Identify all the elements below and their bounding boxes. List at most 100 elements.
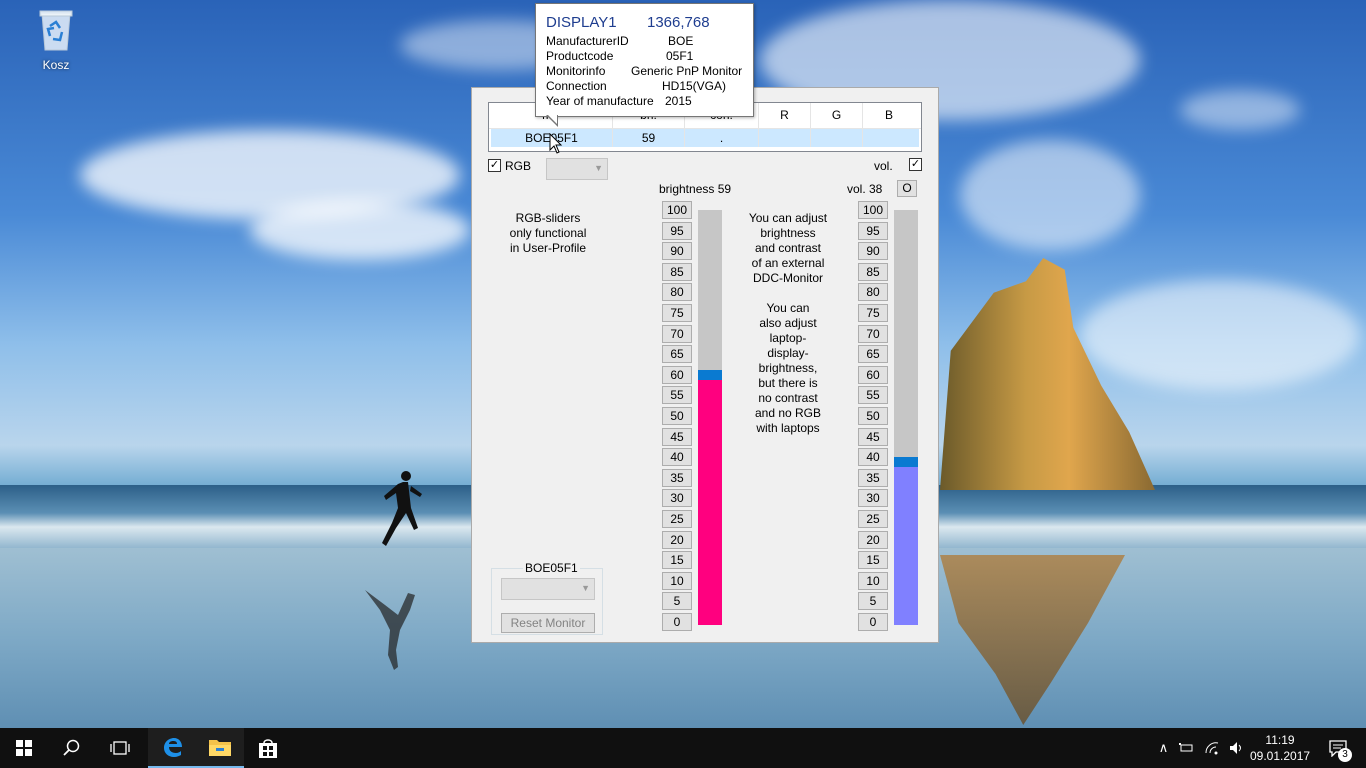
brightness-preset-button-20[interactable]: 20 (662, 530, 692, 549)
rgb-label: RGB (505, 159, 532, 173)
edge-icon (164, 738, 182, 757)
wifi-icon[interactable] (1204, 741, 1220, 755)
volume-preset-button-20[interactable]: 20 (858, 530, 888, 549)
brightness-preset-button-10[interactable]: 10 (662, 571, 692, 590)
tooltip-value: 05F1 (666, 49, 694, 63)
chevron-down-icon: ▼ (581, 583, 590, 593)
brightness-slider[interactable] (698, 210, 722, 625)
volume-preset-button-70[interactable]: 70 (858, 324, 888, 343)
brightness-preset-button-5[interactable]: 5 (662, 592, 692, 611)
brightness-preset-button-25[interactable]: 25 (662, 510, 692, 528)
task-view-button[interactable] (96, 728, 144, 768)
brightness-preset-button-40[interactable]: 40 (662, 448, 692, 467)
column-header-r[interactable]: R (759, 103, 811, 128)
tooltip-value: 2015 (665, 94, 692, 108)
volume-preset-button-25[interactable]: 25 (858, 510, 888, 528)
volume-preset-button-75[interactable]: 75 (858, 304, 888, 322)
tooltip-value: HD15(VGA) (662, 79, 727, 93)
taskbar-clock[interactable]: 11:19 09.01.2017 (1250, 732, 1310, 764)
volume-preset-button-40[interactable]: 40 (858, 448, 888, 467)
taskbar-store[interactable] (244, 728, 292, 768)
volume-preset-button-45[interactable]: 45 (858, 427, 888, 446)
desktop-icon-recycle-bin[interactable]: Kosz (30, 8, 82, 72)
tooltip-label: Productcode (546, 49, 614, 63)
taskbar-edge[interactable] (148, 728, 196, 768)
brightness-preset-button-100[interactable]: 100 (662, 201, 692, 219)
volume-preset-button-30[interactable]: 30 (858, 489, 888, 508)
brightness-preset-button-35[interactable]: 35 (662, 468, 692, 487)
volume-preset-button-95[interactable]: 95 (858, 221, 888, 240)
cloud (1180, 90, 1300, 130)
action-center-button[interactable]: 3 (1310, 728, 1366, 768)
tooltip-label: Year of manufacture (546, 94, 654, 108)
task-view-icon (110, 741, 130, 755)
volume-preset-button-100[interactable]: 100 (858, 201, 888, 219)
info-line: display- (767, 346, 809, 360)
volume-slider-fill (894, 467, 918, 625)
brightness-preset-button-95[interactable]: 95 (662, 221, 692, 240)
volume-preset-button-10[interactable]: 10 (858, 571, 888, 590)
tooltip-tail (546, 114, 558, 127)
brightness-preset-button-80[interactable]: 80 (662, 283, 692, 302)
volume-preset-button-55[interactable]: 55 (858, 386, 888, 405)
rgb-checkbox[interactable]: ✓ (488, 159, 501, 172)
volume-icon[interactable] (1229, 741, 1245, 755)
rgb-profile-dropdown[interactable]: ▼ (546, 158, 608, 180)
chevron-up-icon[interactable]: ∧ (1159, 740, 1169, 756)
volume-preset-button-50[interactable]: 50 (858, 407, 888, 425)
file-explorer-icon (209, 740, 231, 756)
desktop-icon-label: Kosz (42, 58, 70, 72)
volume-slider[interactable] (894, 210, 918, 625)
info-line: no contrast (758, 391, 818, 405)
notification-count-badge: 3 (1338, 748, 1352, 762)
brightness-preset-button-75[interactable]: 75 (662, 304, 692, 322)
tooltip-label: Connection (546, 79, 607, 93)
volume-preset-button-5[interactable]: 5 (858, 592, 888, 611)
reset-monitor-button[interactable]: Reset Monitor (501, 613, 595, 633)
cloud (1080, 280, 1360, 390)
volume-preset-button-80[interactable]: 80 (858, 283, 888, 302)
mouse-cursor-icon (549, 133, 563, 154)
brightness-preset-button-30[interactable]: 30 (662, 489, 692, 508)
taskbar-file-explorer[interactable] (196, 728, 244, 768)
volume-slider-thumb[interactable] (894, 457, 918, 468)
volume-preset-button-65[interactable]: 65 (858, 345, 888, 364)
vol-checkbox[interactable]: ✓ (909, 158, 922, 171)
column-header-b[interactable]: B (863, 103, 915, 128)
brightness-slider-thumb[interactable] (698, 370, 722, 381)
info-line: and contrast (754, 241, 822, 255)
brightness-preset-button-85[interactable]: 85 (662, 262, 692, 281)
tooltip-title: DISPLAY1 (546, 14, 617, 31)
brightness-preset-button-70[interactable]: 70 (662, 324, 692, 343)
search-icon (63, 739, 80, 756)
volume-preset-button-0[interactable]: 0 (858, 613, 888, 631)
brightness-preset-button-55[interactable]: 55 (662, 386, 692, 405)
info-line: brightness (760, 226, 816, 240)
column-header-g[interactable]: G (811, 103, 863, 128)
brightness-label: brightness 59 (659, 182, 732, 196)
info-line: in User-Profile (509, 241, 587, 255)
info-line: also adjust (759, 316, 817, 330)
volume-preset-button-35[interactable]: 35 (858, 468, 888, 487)
volume-preset-button-60[interactable]: 60 (858, 365, 888, 384)
brightness-preset-button-90[interactable]: 90 (662, 242, 692, 261)
brightness-preset-button-60[interactable]: 60 (662, 365, 692, 384)
info-line: You can adjust (748, 211, 828, 225)
brightness-preset-button-50[interactable]: 50 (662, 407, 692, 425)
brightness-preset-button-65[interactable]: 65 (662, 345, 692, 364)
volume-preset-button-85[interactable]: 85 (858, 262, 888, 281)
battery-icon[interactable] (1178, 742, 1194, 754)
brightness-preset-button-45[interactable]: 45 (662, 427, 692, 446)
windows-start-icon (16, 740, 32, 756)
volume-preset-button-90[interactable]: 90 (858, 242, 888, 261)
info-line: You can (766, 301, 810, 315)
cell-brightness: 59 (613, 129, 685, 147)
monitor-profile-dropdown[interactable]: ▼ (501, 578, 595, 600)
volume-preset-button-15[interactable]: 15 (858, 551, 888, 570)
brightness-preset-button-0[interactable]: 0 (662, 613, 692, 631)
search-button[interactable] (48, 728, 96, 768)
start-button[interactable] (0, 728, 48, 768)
o-button[interactable]: O (897, 180, 917, 197)
brightness-preset-button-15[interactable]: 15 (662, 551, 692, 570)
info-line: only functional (509, 226, 587, 240)
